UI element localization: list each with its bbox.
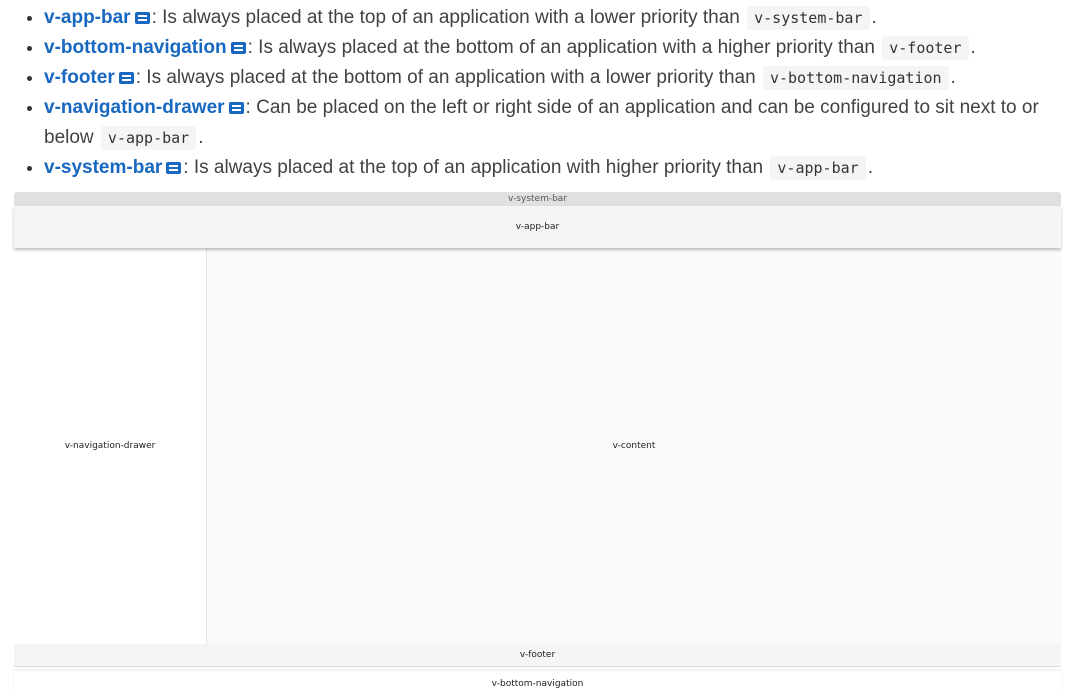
footer-label: v-footer (519, 650, 556, 660)
content-label: v-content (612, 441, 656, 451)
item-description: : Is always placed at the top of an appl… (183, 157, 769, 178)
list-item: v-footer : Is always placed at the bottom… (44, 63, 1082, 93)
app-bar-region: v-app-bar (14, 206, 1061, 248)
navigation-drawer-region: v-navigation-drawer (14, 248, 207, 644)
inline-code: v-system-bar (747, 6, 870, 30)
list-item: v-bottom-navigation : Is always placed at… (44, 33, 1082, 63)
app-bar-label: v-app-bar (515, 222, 560, 232)
api-doc-icon[interactable] (118, 72, 134, 84)
api-doc-icon[interactable] (230, 42, 246, 54)
navigation-drawer-label: v-navigation-drawer (64, 441, 156, 451)
list-item: v-system-bar : Is always placed at the to… (44, 153, 1082, 183)
component-link-navigation-drawer[interactable]: v-navigation-drawer (44, 97, 225, 118)
item-description: : Is always placed at the top of an appl… (151, 7, 746, 28)
component-link-system-bar[interactable]: v-system-bar (44, 157, 162, 178)
layout-diagram: v-system-bar v-app-bar v-navigation-draw… (14, 192, 1061, 696)
item-description: : Is always placed at the bottom of an a… (247, 37, 881, 58)
component-link-app-bar[interactable]: v-app-bar (44, 7, 131, 28)
system-bar-region: v-system-bar (14, 192, 1061, 206)
api-doc-icon[interactable] (228, 102, 244, 114)
footer-region: v-footer (14, 644, 1061, 667)
content-region: v-content (207, 248, 1061, 644)
api-doc-icon[interactable] (166, 162, 182, 174)
list-item: v-app-bar : Is always placed at the top o… (44, 3, 1082, 33)
layout-components-list: v-app-bar: Is always placed at the top o… (24, 3, 1082, 183)
component-link-footer[interactable]: v-footer (44, 67, 115, 88)
inline-code: v-app-bar (770, 156, 866, 180)
inline-code: v-app-bar (100, 126, 197, 150)
component-link-bottom-navigation[interactable]: v-bottom-navigation (44, 37, 227, 58)
api-doc-icon[interactable] (134, 12, 150, 24)
inline-code: v-bottom-navigation (762, 66, 949, 90)
inline-code: v-footer (882, 36, 969, 60)
bottom-navigation-region: v-bottom-navigation (14, 671, 1061, 696)
item-description: : Is always placed at the bottom of an a… (135, 67, 761, 88)
list-item: v-navigation-drawer: Can be placed on th… (44, 93, 1082, 153)
bottom-navigation-label: v-bottom-navigation (491, 678, 584, 689)
system-bar-label: v-system-bar (507, 194, 568, 204)
